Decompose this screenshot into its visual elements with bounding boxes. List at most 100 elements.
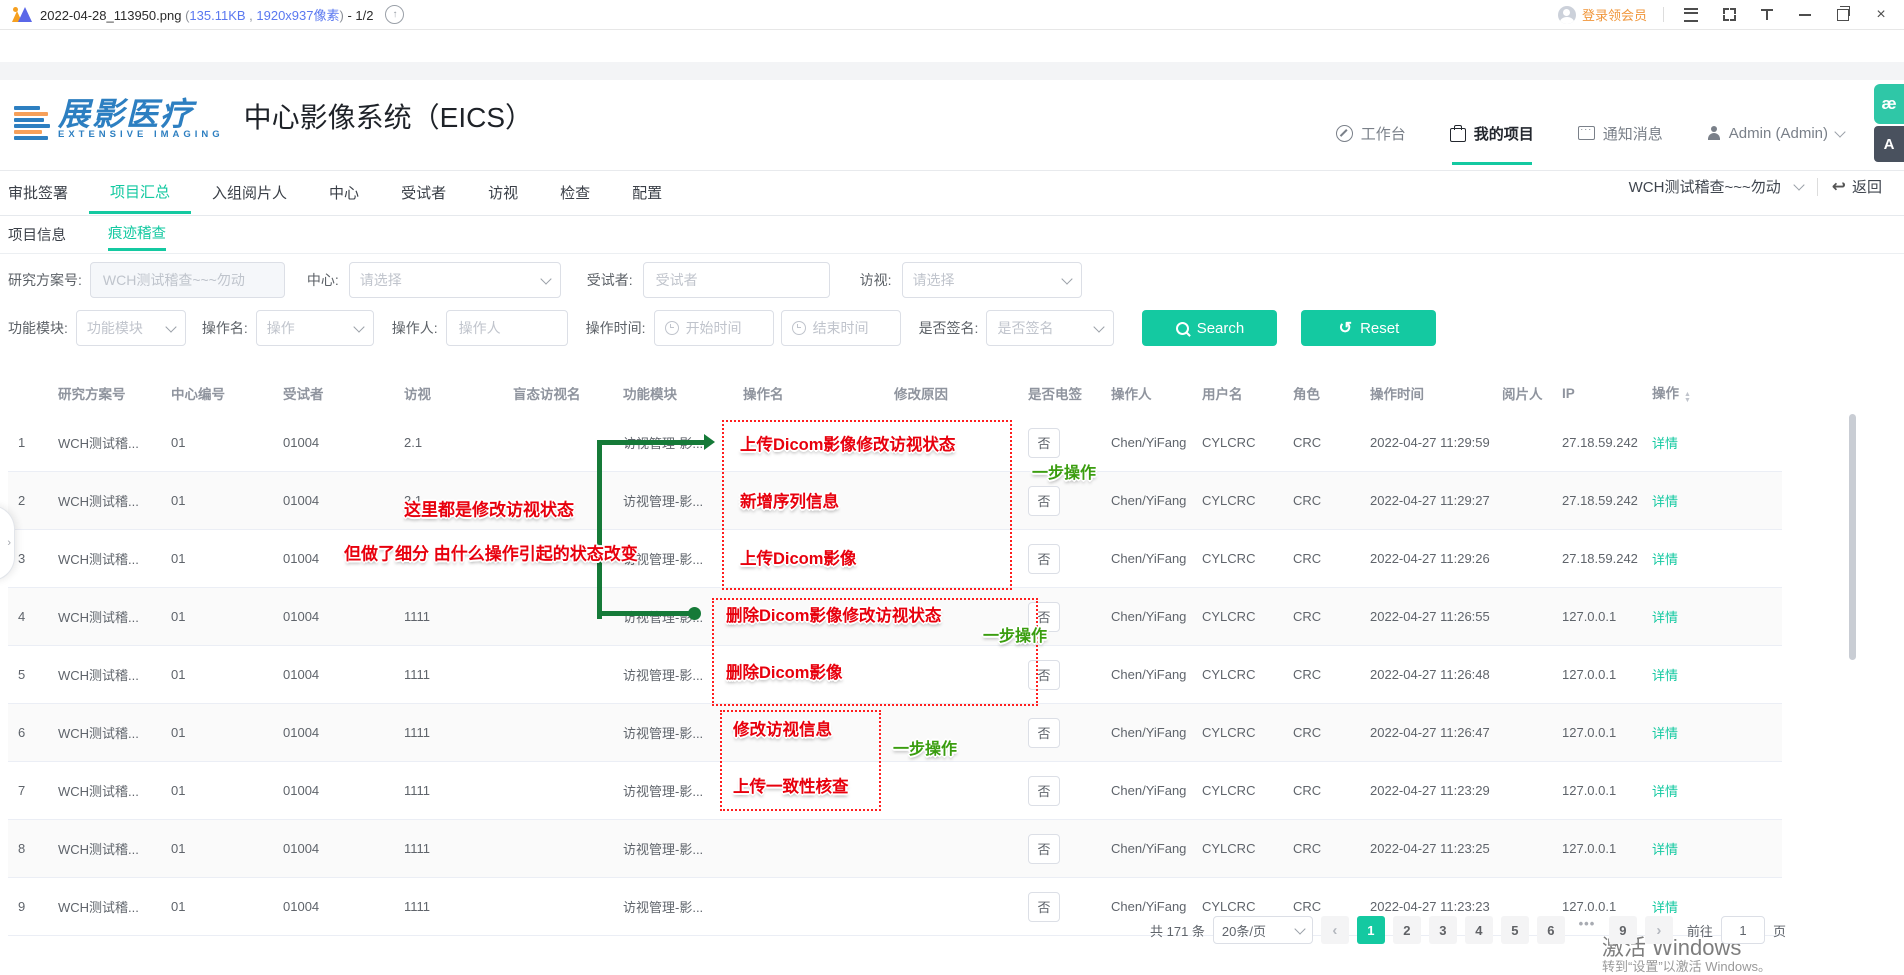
tab-审批签署[interactable]: 审批签署: [8, 172, 89, 214]
tab-入组阅片人[interactable]: 入组阅片人: [191, 172, 308, 214]
upload-cloud-icon[interactable]: ↑: [385, 5, 404, 24]
column-header: 功能模块: [613, 383, 733, 403]
table-cell: Chen/YiFang: [1101, 435, 1192, 450]
subtab-痕迹稽查[interactable]: 痕迹稽查: [108, 217, 166, 251]
end-time-input[interactable]: 结束时间: [781, 310, 901, 346]
module-select[interactable]: 功能模块: [76, 310, 186, 346]
red-operation-annotation: 新增序列信息: [740, 488, 839, 512]
table-cell: 访视管理-影...: [613, 723, 733, 742]
login-vip-link[interactable]: 登录领会员: [1582, 5, 1647, 24]
detail-link[interactable]: 详情: [1652, 494, 1678, 509]
red-operation-annotation: 删除Dicom影像: [726, 659, 842, 683]
visit-select[interactable]: 请选择: [902, 262, 1082, 298]
esign-tag: 否: [1028, 718, 1060, 748]
next-page-button[interactable]: ›: [1645, 916, 1673, 944]
subtab-项目信息[interactable]: 项目信息: [8, 217, 66, 251]
table-cell: Chen/YiFang: [1101, 493, 1192, 508]
translate-extension-badge[interactable]: æ: [1874, 84, 1904, 124]
detail-link[interactable]: 详情: [1652, 610, 1678, 625]
prev-page-button[interactable]: ‹: [1321, 916, 1349, 944]
protocol-input[interactable]: [90, 262, 285, 298]
tab-配置[interactable]: 配置: [611, 172, 683, 214]
page-button-3[interactable]: 3: [1429, 916, 1457, 944]
translate-a-badge[interactable]: A: [1874, 126, 1904, 162]
page-button-6[interactable]: 6: [1537, 916, 1565, 944]
app-header: 展影医疗 EXTENSIVE IMAGING 中心影像系统（EICS） 工作台我…: [0, 80, 1904, 170]
detail-link[interactable]: 详情: [1652, 900, 1678, 915]
esign-tag: 否: [1028, 892, 1060, 922]
page-button-9[interactable]: 9: [1609, 916, 1637, 944]
sort-icon[interactable]: ▲▼: [1684, 392, 1691, 404]
table-cell: 1111: [394, 841, 503, 856]
goto-page-input[interactable]: 1: [1721, 916, 1765, 944]
opname-select[interactable]: 操作: [256, 310, 374, 346]
pagination-ellipsis[interactable]: •••: [1573, 916, 1601, 944]
detail-link[interactable]: 详情: [1652, 784, 1678, 799]
restore-button[interactable]: [1832, 4, 1854, 26]
tab-中心[interactable]: 中心: [308, 172, 380, 214]
tab-受试者[interactable]: 受试者: [380, 172, 467, 214]
table-header: 研究方案号中心编号受试者访视盲态访视名功能模块操作名修改原因是否电签操作人用户名…: [8, 372, 1782, 414]
search-button[interactable]: Search: [1142, 310, 1277, 346]
detail-link[interactable]: 详情: [1652, 842, 1678, 857]
column-header: 用户名: [1192, 383, 1283, 403]
nav-item-label: Admin (Admin): [1729, 125, 1828, 142]
menu-icon[interactable]: [1680, 4, 1702, 26]
table-cell: 详情: [1642, 897, 1782, 916]
nav-item-user[interactable]: Admin (Admin): [1707, 118, 1844, 148]
detail-link[interactable]: 详情: [1652, 668, 1678, 683]
table-cell: 详情: [1642, 607, 1782, 626]
center-select[interactable]: 请选择: [349, 262, 561, 298]
detail-link[interactable]: 详情: [1652, 436, 1678, 451]
close-button[interactable]: ×: [1870, 4, 1892, 26]
reset-icon: ↺: [1339, 318, 1352, 338]
fullscreen-icon[interactable]: [1718, 4, 1740, 26]
pin-icon[interactable]: [1756, 4, 1778, 26]
detail-link[interactable]: 详情: [1652, 552, 1678, 567]
table-cell: CYLCRC: [1192, 493, 1283, 508]
table-cell: CRC: [1283, 667, 1360, 682]
table-cell: 01004: [273, 841, 394, 856]
start-time-input[interactable]: 开始时间: [654, 310, 774, 346]
table-scrollbar[interactable]: [1849, 414, 1856, 660]
table-cell: 01: [161, 667, 273, 682]
page-button-2[interactable]: 2: [1393, 916, 1421, 944]
chevron-down-icon: [1061, 273, 1072, 284]
table-cell: 01: [161, 783, 273, 798]
row-index-cell: 4: [8, 609, 48, 624]
nav-item-message[interactable]: 通知消息: [1578, 118, 1663, 148]
table-cell: 01004: [273, 667, 394, 682]
tab-检查[interactable]: 检查: [539, 172, 611, 214]
project-selector[interactable]: WCH测试稽查~~~勿动: [1629, 176, 1781, 197]
table-cell: 01: [161, 435, 273, 450]
back-arrow-icon: ↩: [1832, 177, 1846, 197]
titlebar-divider: [1663, 7, 1664, 22]
divider: [1817, 178, 1818, 196]
page-button-1[interactable]: 1: [1357, 916, 1385, 944]
back-button[interactable]: ↩ 返回: [1832, 176, 1882, 197]
page-button-5[interactable]: 5: [1501, 916, 1529, 944]
subject-input[interactable]: [643, 262, 830, 298]
tab-项目汇总[interactable]: 项目汇总: [89, 172, 191, 214]
tab-访视[interactable]: 访视: [467, 172, 539, 214]
table-cell: Chen/YiFang: [1101, 899, 1192, 914]
minimize-button[interactable]: [1794, 4, 1816, 26]
message-icon: [1578, 126, 1595, 140]
table-cell: 1111: [394, 783, 503, 798]
operator-input[interactable]: [446, 310, 568, 346]
table-cell: 01004: [273, 783, 394, 798]
reset-button[interactable]: ↺Reset: [1301, 310, 1436, 346]
table-cell: 1111: [394, 899, 503, 914]
sign-select[interactable]: 是否签名: [986, 310, 1114, 346]
table-cell: 01004: [273, 609, 394, 624]
detail-link[interactable]: 详情: [1652, 726, 1678, 741]
login-avatar-icon[interactable]: [1558, 6, 1576, 24]
table-cell: 01004: [273, 899, 394, 914]
page-size-select[interactable]: 20条/页: [1213, 916, 1313, 944]
nav-item-dashboard[interactable]: 工作台: [1336, 118, 1406, 148]
table-cell: 1111: [394, 725, 503, 740]
table-cell: 127.0.0.1: [1552, 609, 1642, 624]
nav-item-project[interactable]: 我的项目: [1450, 118, 1534, 148]
table-cell: 详情: [1642, 723, 1782, 742]
page-button-4[interactable]: 4: [1465, 916, 1493, 944]
